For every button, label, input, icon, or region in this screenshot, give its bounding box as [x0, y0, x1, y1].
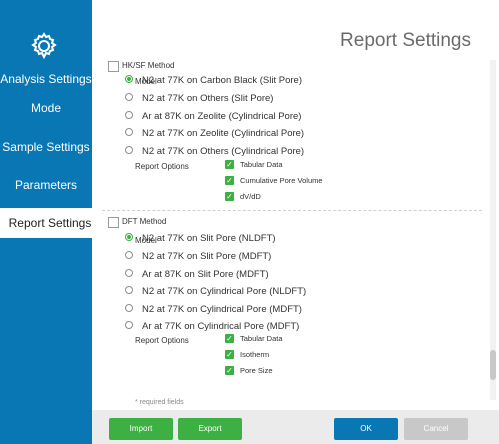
hksf-option[interactable]: ✓ Tabular Data — [225, 159, 283, 172]
hksf-model-option[interactable]: Ar at 87K on Zeolite (Cylindrical Pore) — [125, 111, 301, 125]
sidebar-item-parameters[interactable]: Parameters — [0, 178, 92, 192]
radio-icon — [125, 128, 133, 137]
checkbox-checked-icon: ✓ — [225, 175, 234, 185]
dft-model-option[interactable]: Ar at 77K on Cylindrical Pore (MDFT) — [125, 321, 299, 335]
checkbox-checked-icon: ✓ — [225, 159, 234, 169]
section-divider — [102, 210, 482, 211]
hksf-option-label-2: dV/dD — [240, 192, 261, 201]
sidebar: Analysis Settings Mode Sample Settings P… — [0, 0, 100, 444]
dft-option-label-2: Pore Size — [240, 366, 273, 375]
hksf-model-label-4: N2 at 77K on Others (Cylindrical Pore) — [142, 146, 305, 157]
dft-option-label-0: Tabular Data — [240, 334, 283, 343]
radio-selected-icon — [125, 233, 133, 242]
checkbox-checked-icon: ✓ — [225, 333, 234, 343]
dft-model-option[interactable]: Ar at 87K on Slit Pore (MDFT) — [125, 269, 269, 283]
radio-selected-icon — [125, 75, 133, 84]
hksf-method-label: HK/SF Method — [122, 61, 175, 70]
hksf-model-label-2: Ar at 87K on Zeolite (Cylindrical Pore) — [142, 111, 302, 122]
dft-option[interactable]: ✓ Pore Size — [225, 365, 273, 378]
checkbox-checked-icon: ✓ — [225, 349, 234, 359]
hksf-model-option[interactable]: N2 at 77K on Others (Slit Pore) — [125, 93, 273, 107]
dft-model-label-3: N2 at 77K on Cylindrical Pore (NLDFT) — [142, 286, 307, 297]
sidebar-item-sample-settings[interactable]: Sample Settings — [0, 140, 92, 154]
sidebar-item-report-settings[interactable]: Report Settings — [0, 208, 100, 238]
dft-model-label-2: Ar at 87K on Slit Pore (MDFT) — [142, 269, 269, 280]
dft-model-label-4: N2 at 77K on Cylindrical Pore (MDFT) — [142, 304, 302, 315]
radio-icon — [125, 286, 133, 295]
hksf-option[interactable]: ✓ dV/dD — [225, 191, 261, 204]
radio-icon — [125, 304, 133, 313]
sidebar-item-analysis-settings[interactable]: Analysis Settings — [0, 72, 92, 86]
dft-model-label-0: N2 at 77K on Slit Pore (NLDFT) — [142, 233, 276, 244]
dft-model-label-1: N2 at 77K on Slit Pore (MDFT) — [142, 251, 272, 262]
dft-report-options-label: Report Options — [135, 336, 189, 345]
gear-icon — [31, 32, 57, 60]
dft-model-option[interactable]: N2 at 77K on Slit Pore (MDFT) — [125, 251, 271, 265]
dft-model-option[interactable]: N2 at 77K on Cylindrical Pore (MDFT) — [125, 304, 302, 318]
scrollbar-track[interactable] — [490, 60, 496, 400]
hksf-model-option[interactable]: N2 at 77K on Zeolite (Cylindrical Pore) — [125, 128, 304, 142]
checkbox-checked-icon: ✓ — [225, 191, 234, 201]
dft-model-option[interactable]: N2 at 77K on Cylindrical Pore (NLDFT) — [125, 286, 306, 300]
radio-icon — [125, 146, 133, 155]
dft-method-label: DFT Method — [122, 217, 167, 226]
hksf-method-checkbox[interactable] — [108, 61, 119, 72]
page-title: Report Settings — [340, 30, 471, 51]
dft-model-option[interactable]: N2 at 77K on Slit Pore (NLDFT) — [125, 233, 276, 247]
radio-icon — [125, 251, 133, 260]
hksf-option-label-1: Cumulative Pore Volume — [240, 176, 323, 185]
dft-option[interactable]: ✓ Isotherm — [225, 349, 270, 362]
hksf-model-option[interactable]: N2 at 77K on Carbon Black (Slit Pore) — [125, 75, 302, 89]
hksf-model-label-0: N2 at 77K on Carbon Black (Slit Pore) — [142, 75, 302, 86]
radio-icon — [125, 269, 133, 278]
ok-button[interactable]: OK — [334, 418, 398, 440]
cancel-button[interactable]: Cancel — [404, 418, 468, 440]
dft-option[interactable]: ✓ Tabular Data — [225, 333, 283, 346]
export-button[interactable]: Export — [178, 418, 242, 440]
hksf-model-label-1: N2 at 77K on Others (Slit Pore) — [142, 93, 274, 104]
hksf-model-label-3: N2 at 77K on Zeolite (Cylindrical Pore) — [142, 128, 305, 139]
radio-icon — [125, 93, 133, 102]
dft-method-checkbox[interactable] — [108, 217, 119, 228]
scrollbar-thumb[interactable] — [490, 350, 496, 380]
hksf-report-options-label: Report Options — [135, 162, 189, 171]
checkbox-checked-icon: ✓ — [225, 365, 234, 375]
dft-model-label-5: Ar at 77K on Cylindrical Pore (MDFT) — [142, 321, 300, 332]
radio-icon — [125, 321, 133, 330]
hksf-option-label-0: Tabular Data — [240, 160, 283, 169]
required-fields-note: * required fields — [135, 399, 184, 406]
radio-icon — [125, 111, 133, 120]
hksf-option[interactable]: ✓ Cumulative Pore Volume — [225, 175, 323, 188]
hksf-model-option[interactable]: N2 at 77K on Others (Cylindrical Pore) — [125, 146, 304, 160]
dft-option-label-1: Isotherm — [240, 350, 270, 359]
import-button[interactable]: Import — [109, 418, 173, 440]
sidebar-item-mode[interactable]: Mode — [0, 101, 92, 115]
